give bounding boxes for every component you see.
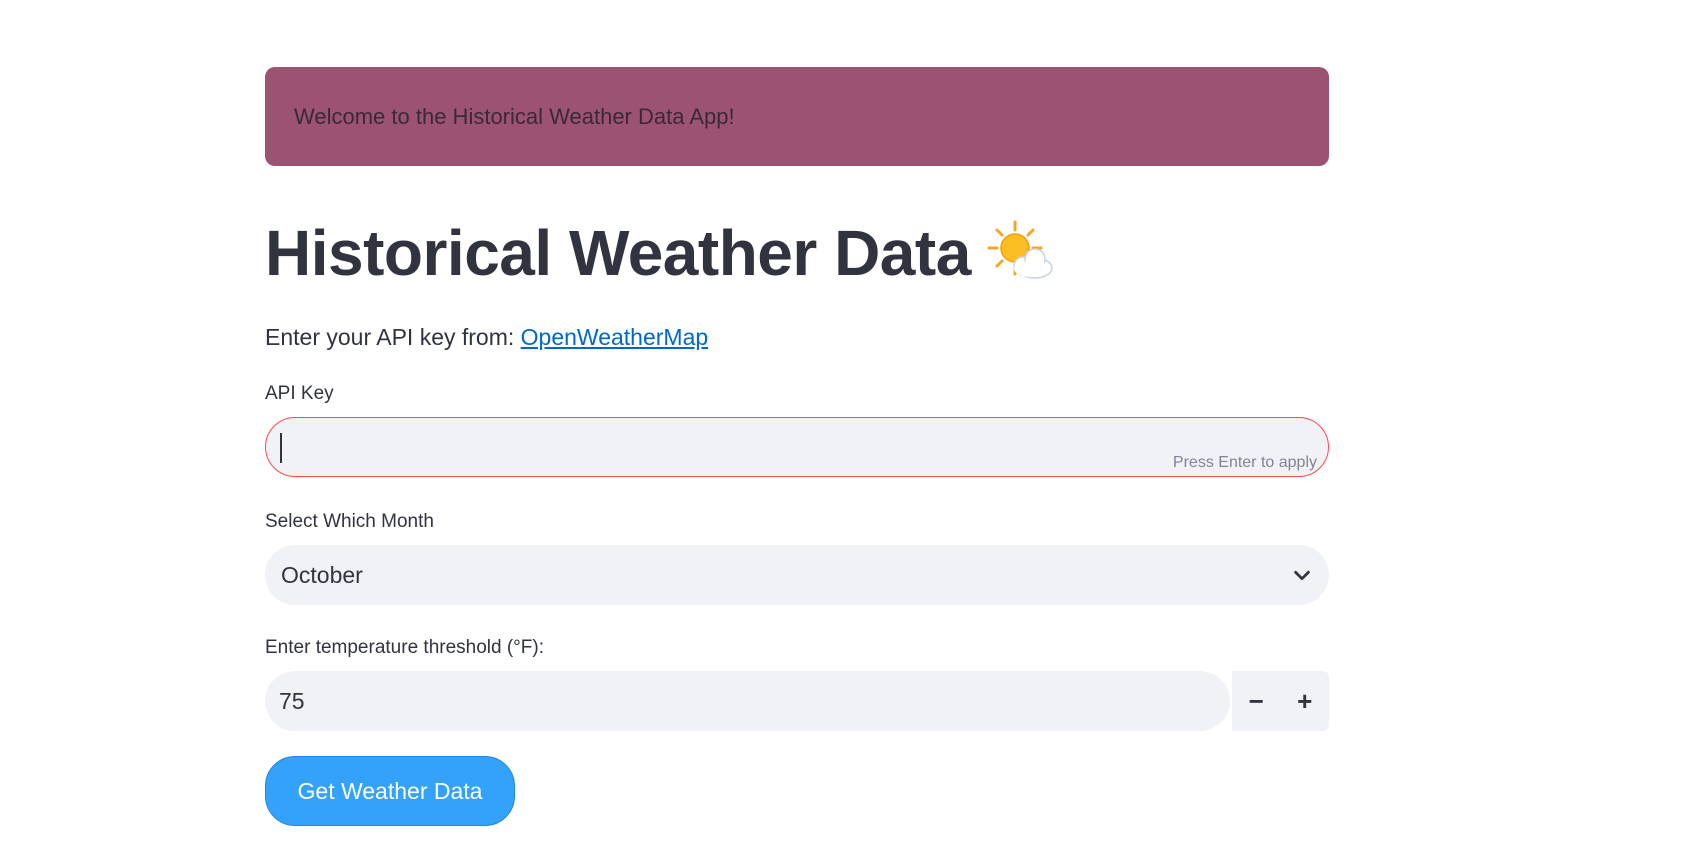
month-select[interactable]: October — [265, 545, 1329, 605]
openweathermap-link[interactable]: OpenWeatherMap — [521, 324, 709, 350]
chevron-down-icon — [1294, 570, 1310, 581]
month-label: Select Which Month — [265, 511, 434, 532]
press-enter-hint: Press Enter to apply — [1172, 454, 1317, 471]
text-cursor — [280, 433, 282, 463]
minus-icon: − — [1248, 685, 1264, 716]
temperature-threshold-value: 75 — [279, 687, 305, 714]
page-title: Historical Weather Data — [265, 217, 971, 289]
title-row: Historical Weather Data — [265, 217, 1329, 289]
intro-text: Enter your API key from: — [265, 324, 521, 350]
welcome-banner: Welcome to the Historical Weather Data A… — [265, 67, 1329, 166]
get-weather-data-button[interactable]: Get Weather Data — [265, 756, 515, 826]
temperature-threshold-label: Enter temperature threshold (°F): — [265, 637, 544, 658]
main-content: Welcome to the Historical Weather Data A… — [265, 67, 1329, 826]
month-selected-value: October — [281, 561, 363, 588]
temperature-threshold-input[interactable]: 75 — [265, 671, 1230, 731]
sun-behind-cloud-icon — [987, 220, 1053, 279]
api-key-input[interactable]: Press Enter to apply — [265, 417, 1329, 477]
stepper-buttons: − + — [1232, 671, 1329, 731]
api-key-intro: Enter your API key from: OpenWeatherMap — [265, 324, 1329, 351]
api-key-label: API Key — [265, 383, 334, 404]
plus-icon: + — [1297, 685, 1313, 716]
welcome-message: Welcome to the Historical Weather Data A… — [294, 103, 735, 129]
temperature-threshold-field: 75 − + — [265, 671, 1329, 731]
decrement-button[interactable]: − — [1232, 671, 1281, 731]
increment-button[interactable]: + — [1281, 671, 1330, 731]
